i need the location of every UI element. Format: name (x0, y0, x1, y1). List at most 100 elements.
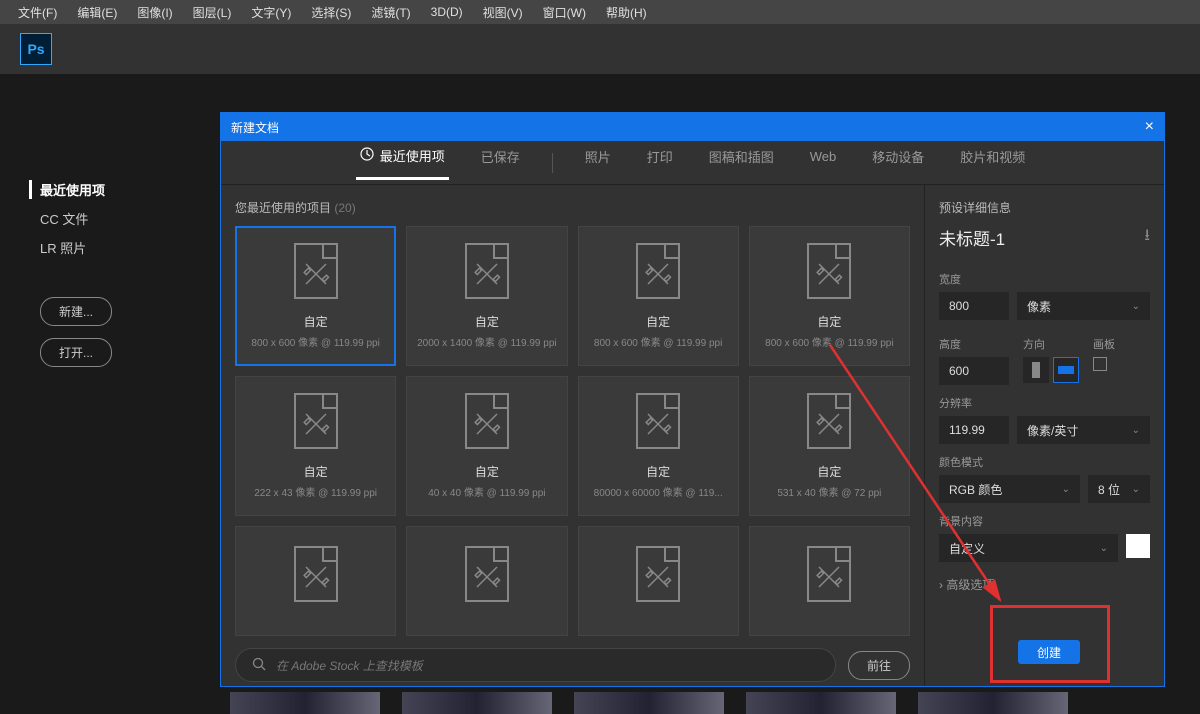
bg-select[interactable]: 自定义⌄ (939, 534, 1118, 562)
preset-grid-area: 您最近使用的项目 (20) 自定800 x 600 像素 @ 119.99 pp… (221, 185, 924, 686)
res-label: 分辨率 (939, 395, 1150, 411)
menu-view[interactable]: 视图(V) (475, 4, 531, 21)
color-depth-select[interactable]: 8 位 ⌄ (1088, 475, 1150, 503)
preset-item[interactable]: 自定800 x 600 像素 @ 119.99 ppi (235, 226, 396, 366)
menu-file[interactable]: 文件(F) (10, 4, 65, 21)
search-icon (252, 657, 266, 674)
menu-image[interactable]: 图像(I) (129, 4, 180, 21)
tab-separator (552, 153, 553, 173)
chevron-down-icon: ⌄ (1132, 484, 1140, 495)
recent-header-label: 您最近使用的项目 (235, 201, 331, 215)
stock-search[interactable]: 在 Adobe Stock 上查找模板 (235, 648, 836, 682)
chevron-down-icon: ⌄ (1100, 543, 1108, 554)
bg-label: 背景内容 (939, 513, 1150, 529)
tab-label: 最近使用项 (380, 146, 445, 165)
tab-art[interactable]: 图稿和插图 (705, 147, 778, 178)
tab-photo[interactable]: 照片 (581, 147, 615, 178)
document-icon (294, 546, 338, 602)
height-label: 高度 (939, 336, 1009, 352)
save-preset-icon[interactable]: ⭳ (1144, 224, 1150, 251)
chevron-down-icon: ⌄ (1132, 301, 1140, 312)
orient-portrait[interactable] (1023, 357, 1049, 383)
recent-thumbnails (230, 692, 1068, 714)
bg-swatch[interactable] (1126, 534, 1150, 558)
sidebar-item-cc[interactable]: CC 文件 (40, 209, 112, 228)
menu-edit[interactable]: 编辑(E) (69, 4, 125, 21)
search-placeholder: 在 Adobe Stock 上查找模板 (276, 657, 423, 674)
color-mode-label: RGB 颜色 (949, 481, 1002, 498)
preset-name: 自定 (646, 463, 670, 480)
document-icon (465, 546, 509, 602)
menu-window[interactable]: 窗口(W) (535, 4, 594, 21)
sidebar-item-recent[interactable]: 最近使用项 (29, 180, 112, 199)
dialog-titlebar: 新建文档 × (221, 113, 1164, 141)
tab-film[interactable]: 胶片和视频 (956, 147, 1029, 178)
preset-item[interactable] (749, 526, 910, 636)
preset-name: 自定 (304, 463, 328, 480)
width-input[interactable] (939, 292, 1009, 320)
tab-print[interactable]: 打印 (643, 147, 677, 178)
orient-label: 方向 (1023, 336, 1079, 352)
preset-meta: 2000 x 1400 像素 @ 119.99 ppi (417, 334, 557, 349)
menu-filter[interactable]: 滤镜(T) (363, 4, 418, 21)
new-button[interactable]: 新建... (40, 297, 112, 326)
doc-name[interactable]: 未标题-1 (939, 225, 1005, 250)
preset-meta: 222 x 43 像素 @ 119.99 ppi (254, 484, 377, 499)
tab-recent[interactable]: 最近使用项 (356, 146, 449, 180)
document-icon (465, 243, 509, 299)
preset-item[interactable]: 自定 40 x 40 像素 @ 119.99 ppi (406, 376, 567, 516)
recent-count: (20) (334, 201, 355, 215)
chevron-down-icon: ⌄ (1132, 425, 1140, 436)
menu-select[interactable]: 选择(S) (303, 4, 359, 21)
orient-landscape[interactable] (1053, 357, 1079, 383)
res-unit-select[interactable]: 像素/英寸 ⌄ (1017, 416, 1150, 444)
close-icon[interactable]: × (1145, 118, 1154, 136)
res-input[interactable] (939, 416, 1009, 444)
preset-item[interactable]: 自定800 x 600 像素 @ 119.99 ppi (749, 226, 910, 366)
tab-mobile[interactable]: 移动设备 (868, 147, 928, 178)
preset-item[interactable] (578, 526, 739, 636)
menu-type[interactable]: 文字(Y) (243, 4, 299, 21)
preset-name: 自定 (475, 313, 499, 330)
preset-name: 自定 (475, 463, 499, 480)
preset-meta: 800 x 600 像素 @ 119.99 ppi (251, 334, 379, 349)
color-depth-label: 8 位 (1098, 481, 1120, 498)
menu-help[interactable]: 帮助(H) (598, 4, 655, 21)
go-button[interactable]: 前往 (848, 651, 910, 680)
tab-saved[interactable]: 已保存 (477, 147, 524, 178)
create-button[interactable]: 创建 (1018, 640, 1080, 664)
preset-item[interactable] (235, 526, 396, 636)
preset-name: 自定 (817, 463, 841, 480)
artboard-checkbox[interactable] (1093, 357, 1107, 371)
open-button[interactable]: 打开... (40, 338, 112, 367)
home-sidebar: 最近使用项 CC 文件 LR 照片 新建... 打开... (40, 180, 112, 379)
clock-icon (360, 147, 374, 164)
document-icon (636, 393, 680, 449)
preset-item[interactable]: 自定 2000 x 1400 像素 @ 119.99 ppi (406, 226, 567, 366)
color-label: 颜色模式 (939, 454, 1150, 470)
chevron-right-icon: › (939, 578, 943, 592)
preset-item[interactable]: 自定 80000 x 60000 像素 @ 119... (578, 376, 739, 516)
preset-item[interactable]: 自定800 x 600 像素 @ 119.99 ppi (578, 226, 739, 366)
chevron-down-icon: ⌄ (1062, 484, 1070, 495)
menu-layer[interactable]: 图层(L) (185, 4, 240, 21)
tab-web[interactable]: Web (806, 149, 841, 176)
advanced-toggle[interactable]: › 高级选项 (939, 576, 1150, 593)
color-mode-select[interactable]: RGB 颜色 ⌄ (939, 475, 1080, 503)
preset-meta: 80000 x 60000 像素 @ 119... (594, 484, 723, 499)
document-icon (807, 243, 851, 299)
preset-meta: 531 x 40 像素 @ 72 ppi (777, 484, 881, 499)
menu-3d[interactable]: 3D(D) (423, 5, 471, 19)
width-label: 宽度 (939, 271, 1150, 287)
height-input[interactable] (939, 357, 1009, 385)
preset-item[interactable]: 自定 222 x 43 像素 @ 119.99 ppi (235, 376, 396, 516)
res-unit-label: 像素/英寸 (1027, 422, 1078, 439)
preset-item[interactable]: 自定 531 x 40 像素 @ 72 ppi (749, 376, 910, 516)
document-icon (465, 393, 509, 449)
preset-meta: 40 x 40 像素 @ 119.99 ppi (428, 484, 545, 499)
width-unit-label: 像素 (1027, 298, 1051, 315)
preset-item[interactable] (406, 526, 567, 636)
sidebar-item-lr[interactable]: LR 照片 (40, 238, 112, 257)
dialog-title: 新建文档 (231, 119, 279, 136)
width-unit-select[interactable]: 像素 ⌄ (1017, 292, 1150, 320)
